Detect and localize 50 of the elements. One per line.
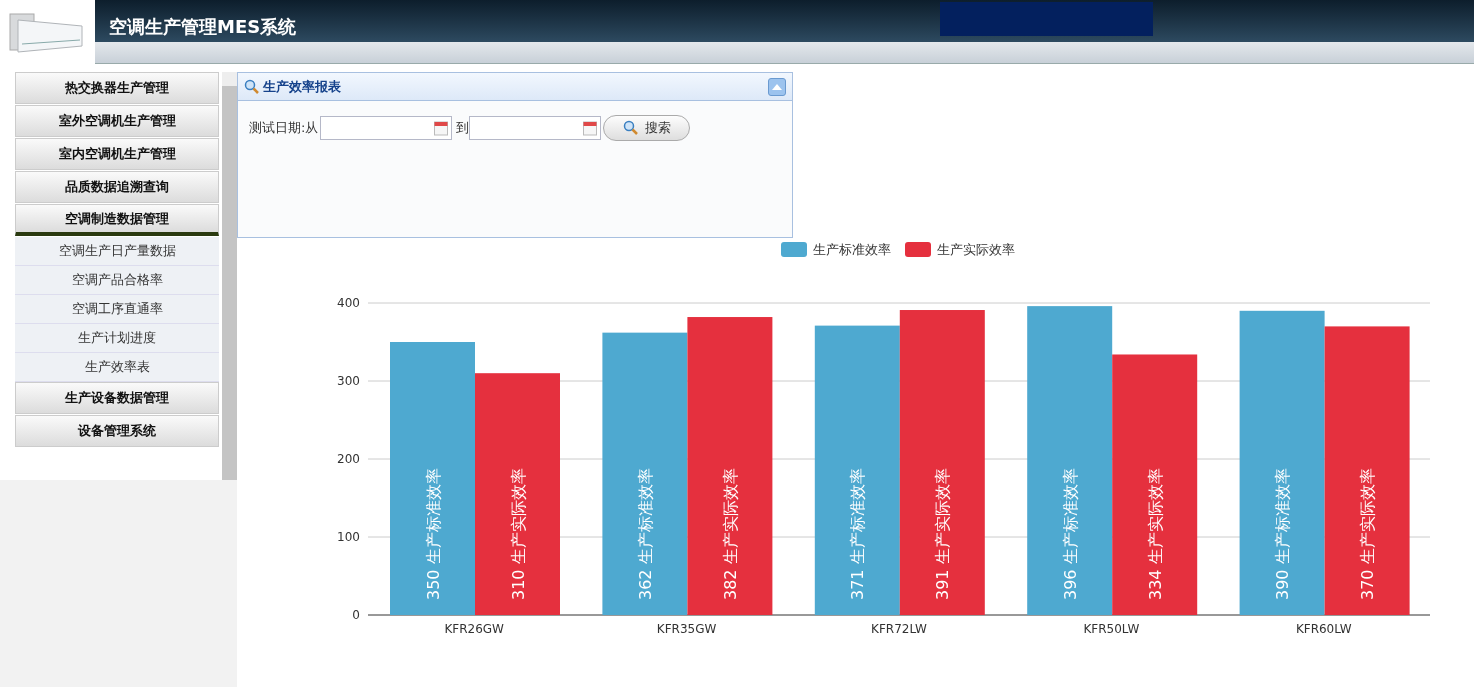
sidebar-group[interactable]: 室内空调机生产管理	[15, 138, 220, 170]
legend-item[interactable]: 生产标准效率	[781, 242, 891, 257]
calendar-icon[interactable]	[434, 120, 449, 136]
bar-value-label: 391 生产实际效率	[933, 468, 953, 600]
search-button[interactable]: 搜索	[603, 115, 691, 141]
bar-value-label: 350 生产标准效率	[423, 468, 443, 600]
sidebar-group[interactable]: 空调制造数据管理	[15, 204, 220, 236]
x-tick-label: KFR35GW	[656, 622, 717, 636]
date-label: 测试日期:从	[249, 119, 319, 138]
to-label: 到	[456, 119, 470, 138]
sidebar-group[interactable]: 热交换器生产管理	[15, 72, 220, 104]
bar-value-label: 334 生产实际效率	[1145, 468, 1165, 600]
y-tick-label: 0	[352, 608, 360, 622]
bar-value-label: 310 生产实际效率	[508, 468, 528, 600]
calendar-icon[interactable]	[583, 120, 598, 136]
legend-label: 生产标准效率	[813, 242, 891, 257]
y-tick-label: 400	[337, 296, 360, 310]
scrollbar[interactable]	[222, 72, 237, 480]
sidebar-group[interactable]: 生产设备数据管理	[15, 382, 220, 414]
x-tick-label: KFR26GW	[444, 622, 504, 636]
date-to-field[interactable]	[469, 116, 602, 140]
date-from-field[interactable]	[320, 116, 453, 140]
bar-value-label: 371 生产标准效率	[848, 468, 868, 600]
y-tick-label: 100	[337, 530, 360, 544]
search-icon	[244, 78, 260, 95]
x-tick-label: KFR50LW	[1083, 622, 1140, 636]
sidebar-item[interactable]: 空调生产日产量数据	[15, 237, 220, 266]
sidebar-item[interactable]: 空调工序直通率	[15, 295, 220, 324]
y-tick-label: 300	[337, 374, 360, 388]
bar-value-label: 396 生产标准效率	[1060, 468, 1080, 600]
sidebar-item[interactable]: 生产效率表	[15, 353, 220, 382]
sidebar-group[interactable]: 室外空调机生产管理	[15, 105, 220, 137]
legend-item[interactable]: 生产实际效率	[905, 242, 1015, 257]
bar-value-label: 382 生产实际效率	[720, 468, 740, 600]
legend-label: 生产实际效率	[937, 242, 1015, 257]
bar-value-label: 362 生产标准效率	[635, 468, 655, 600]
sidebar-item[interactable]: 空调产品合格率	[15, 266, 220, 295]
bar-value-label: 390 生产标准效率	[1273, 468, 1293, 600]
caret-up-icon	[772, 83, 782, 90]
y-tick-label: 200	[337, 452, 360, 466]
sidebar-group[interactable]: 品质数据追溯查询	[15, 171, 220, 203]
app-title: 空调生产管理MES系统	[109, 15, 297, 39]
bar-value-label: 370 生产实际效率	[1358, 468, 1378, 600]
x-tick-label: KFR72LW	[871, 622, 927, 636]
x-tick-label: KFR60LW	[1295, 622, 1352, 636]
collapse-button[interactable]	[768, 77, 786, 96]
panel-title: 生产效率报表	[263, 77, 342, 96]
sidebar-group[interactable]: 设备管理系统	[15, 415, 220, 447]
sidebar-item[interactable]: 生产计划进度	[15, 324, 220, 353]
search-icon	[622, 120, 639, 136]
